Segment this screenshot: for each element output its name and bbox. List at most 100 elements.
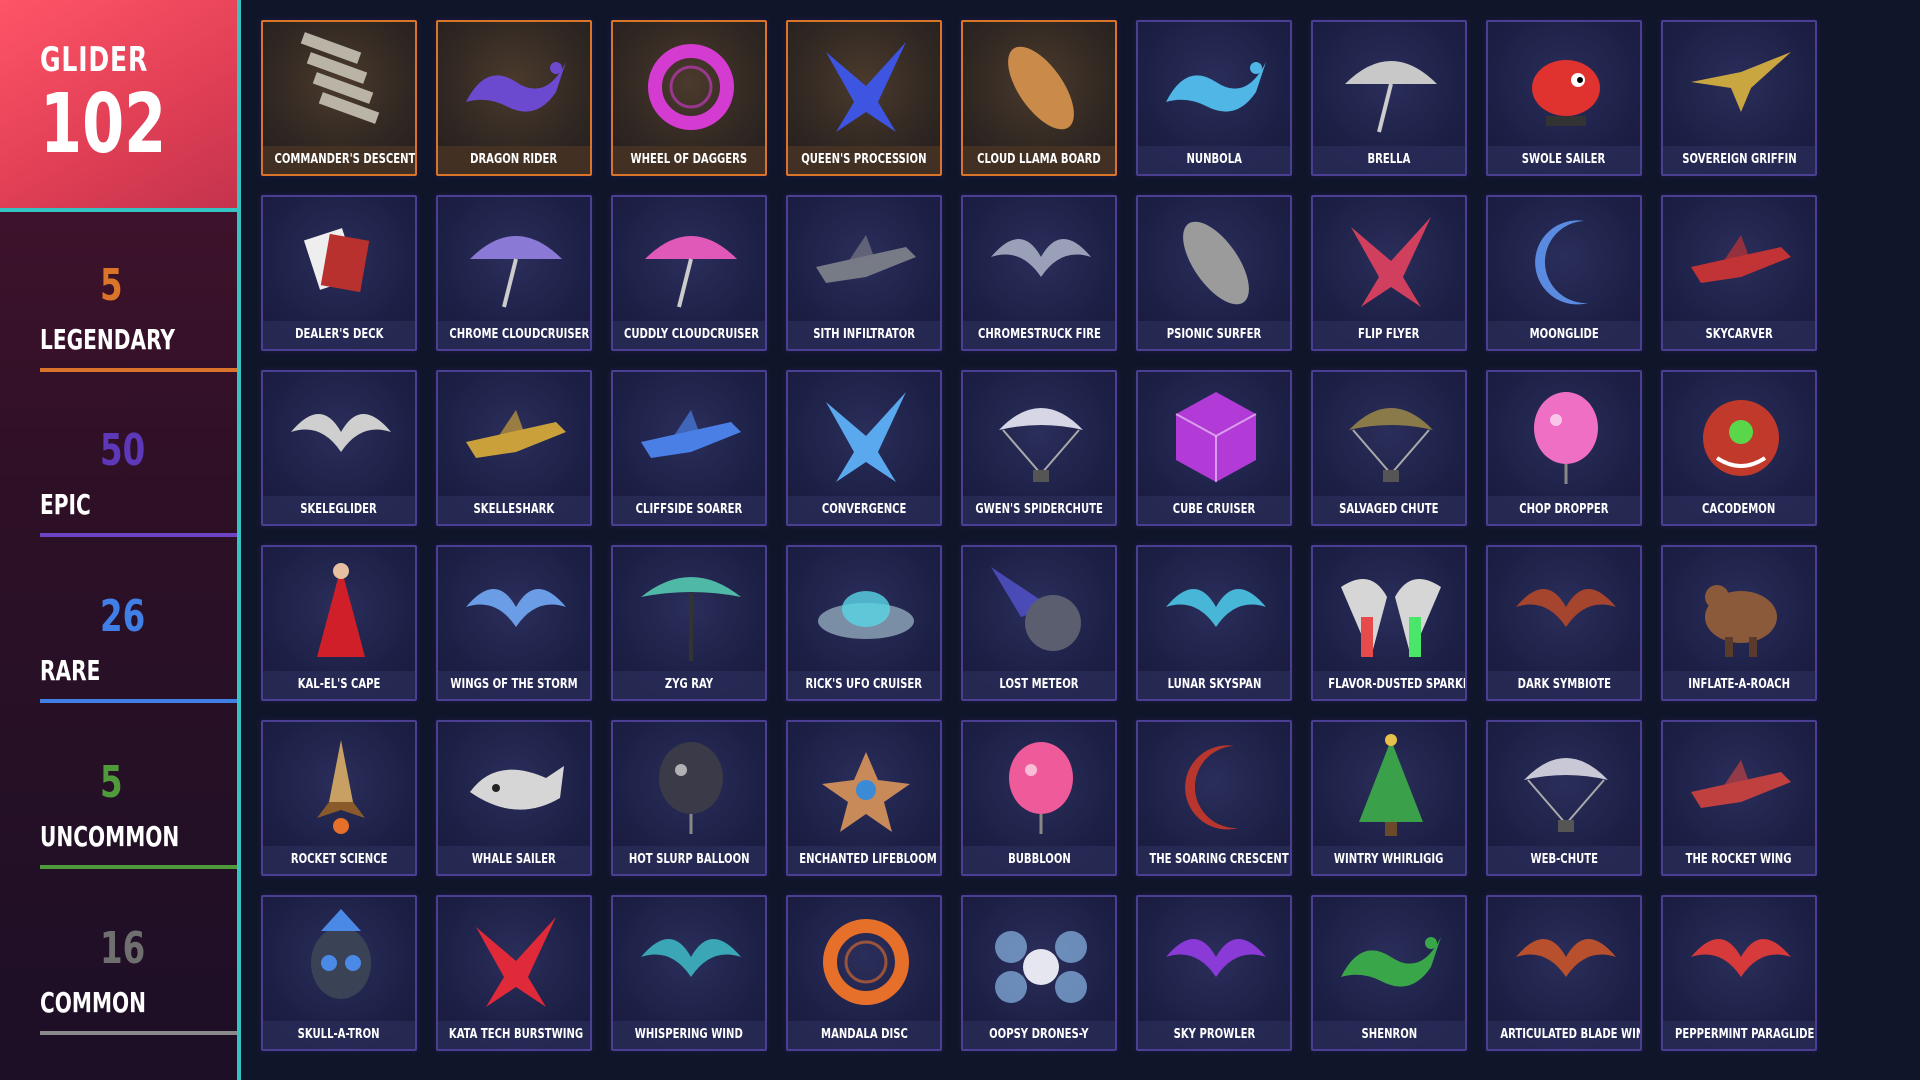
glider-tile[interactable]: ROCKET SCIENCE — [261, 720, 417, 876]
glider-tile[interactable]: ARTICULATED BLADE WING — [1486, 895, 1642, 1051]
ship-icon — [806, 207, 926, 317]
glider-name: MANDALA DISC — [788, 1021, 940, 1049]
glider-tile[interactable]: SWOLE SAILER — [1486, 20, 1642, 176]
glider-tile[interactable]: DEALER'S DECK — [261, 195, 417, 351]
glider-tile[interactable]: GWEN'S SPIDERCHUTE — [961, 370, 1117, 526]
wing-icon — [631, 907, 751, 1017]
glider-tile[interactable]: WINTRY WHIRLIGIG — [1311, 720, 1467, 876]
glider-tile[interactable]: LUNAR SKYSPAN — [1136, 545, 1292, 701]
glider-tile[interactable]: CONVERGENCE — [786, 370, 942, 526]
wing-icon — [456, 557, 576, 667]
wing-icon — [1156, 557, 1276, 667]
crescent-icon — [1156, 732, 1276, 842]
glider-tile[interactable]: SKYCARVER — [1661, 195, 1817, 351]
glider-tile[interactable]: WHALE SAILER — [436, 720, 592, 876]
glider-name: KATA TECH BURSTWING — [438, 1021, 590, 1049]
glider-tile[interactable]: BRELLA — [1311, 20, 1467, 176]
glider-name: OOPSY DRONES-Y — [963, 1021, 1115, 1049]
glider-name: KAL-EL'S CAPE — [263, 671, 415, 699]
glider-tile[interactable]: ENCHANTED LIFEBLOOM — [786, 720, 942, 876]
cube-icon — [1156, 382, 1276, 492]
crystal-wing-icon — [1331, 207, 1451, 317]
glider-name: CUBE CRUISER — [1138, 496, 1290, 524]
glider-tile[interactable]: RICK'S UFO CRUISER — [786, 545, 942, 701]
dragon-icon — [1331, 907, 1451, 1017]
parachute-icon — [1331, 382, 1451, 492]
ray-icon — [631, 557, 751, 667]
glider-tile[interactable]: DARK SYMBIOTE — [1486, 545, 1642, 701]
glider-name: SKY PROWLER — [1138, 1021, 1290, 1049]
glider-name: SHENRON — [1313, 1021, 1465, 1049]
glider-tile[interactable]: CHROMESTRUCK FIRE — [961, 195, 1117, 351]
glider-tile[interactable]: LOST METEOR — [961, 545, 1117, 701]
glider-tile[interactable]: OOPSY DRONES-Y — [961, 895, 1117, 1051]
glider-name: QUEEN'S PROCESSION — [788, 146, 940, 174]
glider-tile[interactable]: QUEEN'S PROCESSION — [786, 20, 942, 176]
glider-name: PEPPERMINT PARAGLIDER — [1663, 1021, 1815, 1049]
glider-tile[interactable]: CUBE CRUISER — [1136, 370, 1292, 526]
glider-tile[interactable]: CACODEMON — [1661, 370, 1817, 526]
glider-tile[interactable]: MANDALA DISC — [786, 895, 942, 1051]
ship-icon — [631, 382, 751, 492]
glider-tile[interactable]: SKELEGLIDER — [261, 370, 417, 526]
glider-name: SKULL-A-TRON — [263, 1021, 415, 1049]
glider-name: SKELLESHARK — [438, 496, 590, 524]
crystal-wing-icon — [456, 907, 576, 1017]
glider-name: WINTRY WHIRLIGIG — [1313, 846, 1465, 874]
glider-tile[interactable]: SKY PROWLER — [1136, 895, 1292, 1051]
glider-tile[interactable]: SKELLESHARK — [436, 370, 592, 526]
glider-tile[interactable]: CUDDLY CLOUDCRUISER — [611, 195, 767, 351]
glider-tile[interactable]: KATA TECH BURSTWING — [436, 895, 592, 1051]
glider-tile[interactable]: SOVEREIGN GRIFFIN — [1661, 20, 1817, 176]
bird-icon — [1681, 32, 1801, 142]
balloon-icon — [631, 732, 751, 842]
glider-tile[interactable]: SITH INFILTRATOR — [786, 195, 942, 351]
glider-name: BUBBLOON — [963, 846, 1115, 874]
glider-tile[interactable]: MOONGLIDE — [1486, 195, 1642, 351]
glider-name: DARK SYMBIOTE — [1488, 671, 1640, 699]
glider-tile[interactable]: CHOP DROPPER — [1486, 370, 1642, 526]
glider-tile[interactable]: SALVAGED CHUTE — [1311, 370, 1467, 526]
glider-tile[interactable]: WEB-CHUTE — [1486, 720, 1642, 876]
glider-name: WHISPERING WIND — [613, 1021, 765, 1049]
glider-tile[interactable]: CHROME CLOUDCRUISER — [436, 195, 592, 351]
glider-tile[interactable]: ZYG RAY — [611, 545, 767, 701]
glider-tile[interactable]: PEPPERMINT PARAGLIDER — [1661, 895, 1817, 1051]
balloon-icon — [1506, 382, 1626, 492]
drone-icon — [981, 907, 1101, 1017]
glider-tile[interactable]: FLIP FLYER — [1311, 195, 1467, 351]
glider-name: SOVEREIGN GRIFFIN — [1663, 146, 1815, 174]
glider-name: SWOLE SAILER — [1488, 146, 1640, 174]
glider-tile[interactable]: CLOUD LLAMA BOARD — [961, 20, 1117, 176]
glider-name: THE ROCKET WING — [1663, 846, 1815, 874]
glider-tile[interactable]: COMMANDER'S DESCENT — [261, 20, 417, 176]
flower-icon — [806, 732, 926, 842]
glider-tile[interactable]: BUBBLOON — [961, 720, 1117, 876]
dragon-icon — [1156, 32, 1276, 142]
ring-icon — [631, 32, 751, 142]
glider-name: ARTICULATED BLADE WING — [1488, 1021, 1640, 1049]
glider-tile[interactable]: THE ROCKET WING — [1661, 720, 1817, 876]
glider-tile[interactable]: WINGS OF THE STORM — [436, 545, 592, 701]
glider-tile[interactable]: DRAGON RIDER — [436, 20, 592, 176]
glider-tile[interactable]: WHEEL OF DAGGERS — [611, 20, 767, 176]
glider-tile[interactable]: SKULL-A-TRON — [261, 895, 417, 1051]
glider-name: CONVERGENCE — [788, 496, 940, 524]
rainbow-wing-icon — [1331, 557, 1451, 667]
glider-name: SKYCARVER — [1663, 321, 1815, 349]
glider-tile[interactable]: INFLATE-A-ROACH — [1661, 545, 1817, 701]
glider-tile[interactable]: SHENRON — [1311, 895, 1467, 1051]
glider-name: RICK'S UFO CRUISER — [788, 671, 940, 699]
glider-name: PSIONIC SURFER — [1138, 321, 1290, 349]
glider-tile[interactable]: NUNBOLA — [1136, 20, 1292, 176]
glider-tile[interactable]: FLAVOR-DUSTED SPARKLEWINGS — [1311, 545, 1467, 701]
glider-tile[interactable]: WHISPERING WIND — [611, 895, 767, 1051]
glider-tile[interactable]: CLIFFSIDE SOARER — [611, 370, 767, 526]
whale-icon — [456, 732, 576, 842]
glider-name: LUNAR SKYSPAN — [1138, 671, 1290, 699]
glider-tile[interactable]: THE SOARING CRESCENT — [1136, 720, 1292, 876]
glider-tile[interactable]: HOT SLURP BALLOON — [611, 720, 767, 876]
glider-tile[interactable]: PSIONIC SURFER — [1136, 195, 1292, 351]
ship-icon — [1681, 732, 1801, 842]
glider-tile[interactable]: KAL-EL'S CAPE — [261, 545, 417, 701]
